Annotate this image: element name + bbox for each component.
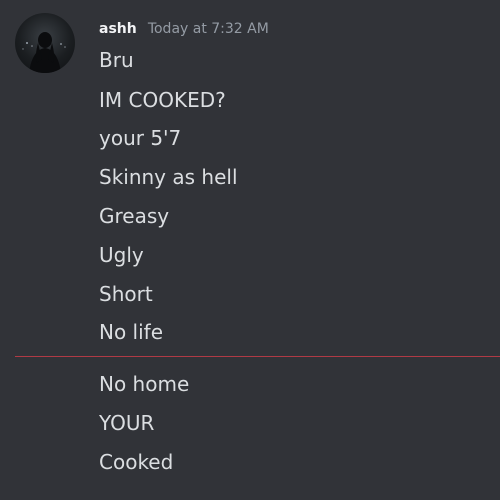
message-line: Ugly (99, 243, 144, 267)
username[interactable]: ashh (99, 21, 137, 37)
message-line: No life (99, 320, 164, 344)
message-line: YOUR (99, 411, 155, 435)
message-line: Skinny as hell (99, 165, 238, 189)
message-header: ashh Today at 7:32 AM (99, 18, 269, 38)
message-line: IM COOKED? (99, 88, 226, 112)
message-line: Bru (99, 48, 134, 72)
message-timestamp: Today at 7:32 AM (147, 21, 269, 37)
message-line: your 5'7 (99, 126, 182, 150)
message-line: No home (99, 372, 190, 396)
new-messages-divider (15, 356, 500, 357)
chat-area: ashh Today at 7:32 AM Bru IM COOKED? you… (0, 0, 500, 500)
message-line: Cooked (99, 450, 174, 474)
avatar-photo-icon (22, 32, 66, 73)
message-line: Greasy (99, 204, 170, 228)
message-line: Short (99, 282, 153, 306)
avatar[interactable] (15, 13, 75, 73)
